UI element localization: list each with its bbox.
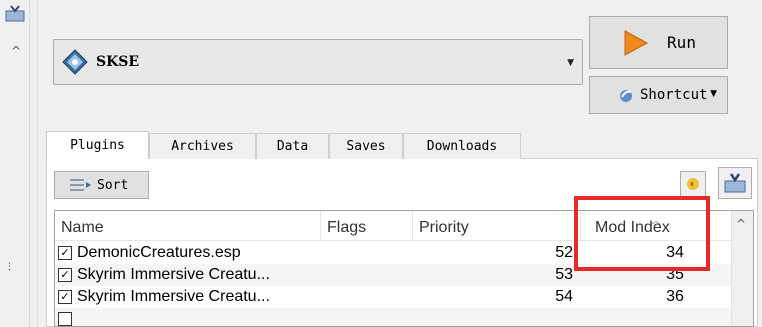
- plugin-priority-cell: 52: [555, 244, 573, 261]
- panel-divider[interactable]: [37, 0, 38, 327]
- tab-saves[interactable]: Saves: [329, 133, 403, 159]
- left-panel-strip: ^ ⋮: [0, 0, 30, 327]
- left-panel-button[interactable]: [4, 5, 26, 23]
- scroll-up-arrow-icon[interactable]: ^: [736, 217, 746, 231]
- plugin-enable-checkbox[interactable]: ✓: [58, 246, 72, 260]
- column-header-flags[interactable]: Flags: [321, 211, 413, 241]
- column-header-label: Priority: [419, 219, 469, 236]
- column-header-name[interactable]: Name: [55, 211, 321, 241]
- archive-icon: [5, 5, 25, 22]
- column-header-label: Name: [61, 219, 104, 236]
- restore-icon: [687, 178, 699, 190]
- sort-icon: [70, 179, 91, 191]
- plugin-name-cell: ✓ Skyrim Immersive Creatu...: [55, 266, 321, 284]
- plugin-enable-checkbox[interactable]: ✓: [58, 268, 72, 282]
- run-button-label: Run: [667, 33, 696, 52]
- main-tabs: Plugins Archives Data Saves Downloads: [46, 131, 521, 159]
- plugin-name-cell: ✓ DemonicCreatures.esp: [55, 244, 321, 262]
- tab-downloads[interactable]: Downloads: [403, 133, 521, 159]
- plugin-name: Skyrim Immersive Creatu...: [77, 266, 270, 283]
- shortcut-arrow-icon: [620, 90, 632, 102]
- tab-data[interactable]: Data: [256, 133, 329, 159]
- tab-plugins[interactable]: Plugins: [46, 131, 149, 159]
- table-vertical-scrollbar[interactable]: ^: [731, 211, 753, 326]
- run-button[interactable]: Run: [589, 16, 728, 69]
- plugin-name: DemonicCreatures.esp: [77, 244, 241, 261]
- plugin-name-cell: [55, 312, 321, 326]
- create-backup-button[interactable]: [718, 167, 752, 199]
- shortcut-button-label: Shortcut: [640, 87, 708, 103]
- restore-backup-button[interactable]: [680, 171, 706, 197]
- save-archive-icon: [724, 173, 746, 193]
- annotation-highlight-box: [574, 196, 710, 271]
- plugin-enable-checkbox[interactable]: ✓: [58, 290, 72, 304]
- table-row[interactable]: [55, 308, 731, 326]
- table-row[interactable]: ✓ Skyrim Immersive Creatu... 54 36: [55, 286, 731, 308]
- profile-selected-label: SKSE: [96, 54, 140, 70]
- sort-button[interactable]: Sort: [54, 171, 149, 199]
- skse-icon: [62, 49, 88, 75]
- play-icon: [624, 29, 649, 56]
- plugin-priority-cell: 53: [555, 266, 573, 283]
- plugin-enable-checkbox[interactable]: [58, 312, 72, 326]
- chevron-down-icon[interactable]: ▼: [710, 89, 717, 99]
- plugin-name: Skyrim Immersive Creatu...: [77, 288, 270, 305]
- splitter-handle[interactable]: ⋮: [5, 262, 14, 272]
- chevron-down-icon: ▼: [567, 58, 574, 68]
- column-header-priority[interactable]: Priority: [413, 211, 581, 241]
- sort-button-label: Sort: [97, 177, 129, 193]
- shortcut-button[interactable]: Shortcut ▼: [589, 76, 728, 114]
- tab-archives[interactable]: Archives: [149, 133, 256, 159]
- profile-select[interactable]: SKSE ▼: [53, 39, 583, 85]
- column-header-label: Flags: [327, 219, 367, 236]
- scroll-up-arrow-icon[interactable]: ^: [8, 44, 24, 58]
- plugin-mod-index-cell: 36: [666, 288, 684, 305]
- plugin-name-cell: ✓ Skyrim Immersive Creatu...: [55, 288, 321, 306]
- plugin-priority-cell: 54: [555, 288, 573, 305]
